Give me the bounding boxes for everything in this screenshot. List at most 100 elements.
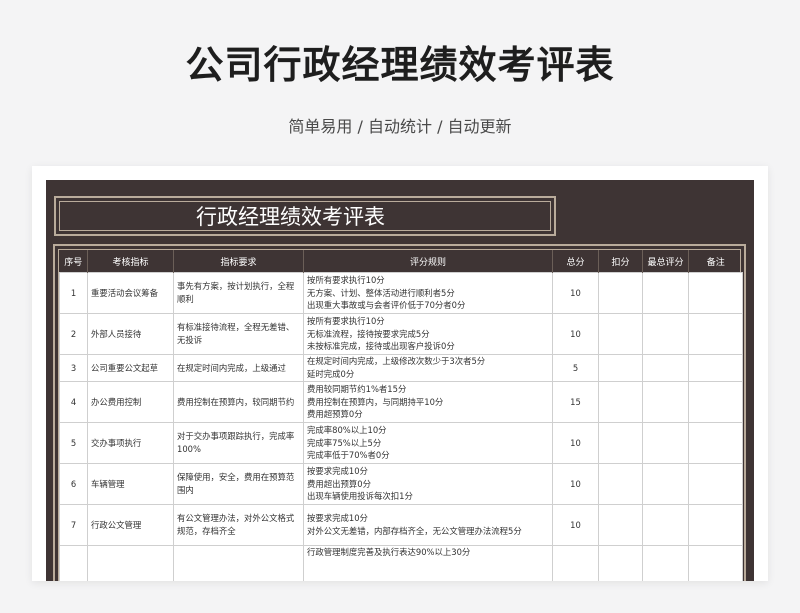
- cell-requirement: 费用控制在预算内，较同期节约: [173, 381, 304, 423]
- rule-line: 完成率75%以上5分: [307, 437, 382, 448]
- cell-deduction[interactable]: [598, 381, 643, 423]
- cell-notes[interactable]: [688, 422, 743, 464]
- cell-final[interactable]: [642, 545, 689, 581]
- header-cell-final: 最总评分: [642, 250, 689, 273]
- rule-line: 未按标准完成，接待或出现客户投诉0分: [307, 341, 455, 352]
- rule-line: 按要求完成10分: [307, 465, 368, 476]
- cell-final[interactable]: [642, 422, 689, 464]
- header-cell-notes: 备注: [688, 250, 743, 273]
- rule-line: 在规定时间内完成，上级修改次数少于3次者5分: [307, 356, 486, 367]
- cell-final[interactable]: [642, 463, 689, 505]
- cell-requirement: 对于交办事项跟踪执行，完成率100%: [173, 422, 304, 464]
- table-row: 7 行政公文管理 有公文管理办法，对外公文格式规范，存档齐全 按要求完成10分 …: [59, 504, 743, 546]
- rule-line: 按所有要求执行10分: [307, 274, 385, 285]
- cell-notes[interactable]: [688, 354, 743, 382]
- cell-requirement: 保障使用，安全，费用在预算范围内: [173, 463, 304, 505]
- cell-requirement: 事先有方案，按计划执行，全程顺利: [173, 272, 304, 314]
- rule-line: 无方案、计划、整体活动进行顺利者5分: [307, 287, 455, 298]
- cell-metric: [87, 545, 174, 581]
- cell-requirement: [173, 545, 304, 581]
- table-row-partial: 行政管理制度完善及执行表达90%以上30分: [59, 545, 743, 581]
- rule-line: 按所有要求执行10分: [307, 315, 385, 326]
- cell-no: 7: [59, 504, 88, 546]
- cell-no: 2: [59, 313, 88, 355]
- cell-deduction[interactable]: [598, 504, 643, 546]
- page-subtitle: 简单易用 / 自动统计 / 自动更新: [288, 117, 512, 136]
- cell-no: 5: [59, 422, 88, 464]
- rule-line: 按要求完成10分: [307, 513, 368, 524]
- cell-total: [552, 545, 599, 581]
- cell-requirement: 有公文管理办法，对外公文格式规范，存档齐全: [173, 504, 304, 546]
- rule-line: 费用超预算0分: [307, 409, 363, 420]
- cell-rules: 按要求完成10分 对外公文无差错，内部存档齐全，无公文管理办法流程5分: [303, 504, 553, 546]
- cell-rules: 在规定时间内完成，上级修改次数少于3次者5分 延时完成0分: [303, 354, 553, 382]
- rule-line: 行政管理制度完善及执行表达90%以上30分: [307, 547, 471, 557]
- cell-rules: 完成率80%以上10分 完成率75%以上5分 完成率低于70%者0分: [303, 422, 553, 464]
- cell-rules: 行政管理制度完善及执行表达90%以上30分: [303, 545, 553, 581]
- cell-final[interactable]: [642, 381, 689, 423]
- cell-notes[interactable]: [688, 272, 743, 314]
- cell-total: 10: [552, 504, 599, 546]
- cell-notes[interactable]: [688, 504, 743, 546]
- header-cell-deduction: 扣分: [598, 250, 643, 273]
- header-cell-rules: 评分规则: [303, 250, 553, 273]
- page-title: 公司行政经理绩效考评表: [185, 43, 615, 87]
- cell-notes[interactable]: [688, 313, 743, 355]
- cell-notes[interactable]: [688, 463, 743, 505]
- cell-no: 1: [59, 272, 88, 314]
- table-row: 2 外部人员接待 有标准接待流程，全程无差错、无投诉 按所有要求执行10分 无标…: [59, 313, 743, 355]
- table-row: 3 公司重要公文起草 在规定时间内完成，上级通过 在规定时间内完成，上级修改次数…: [59, 354, 743, 382]
- cell-deduction[interactable]: [598, 422, 643, 464]
- cell-deduction[interactable]: [598, 272, 643, 314]
- rule-line: 完成率80%以上10分: [307, 424, 387, 435]
- cell-total: 15: [552, 381, 599, 423]
- cell-final[interactable]: [642, 272, 689, 314]
- rule-line: 对外公文无差错，内部存档齐全，无公文管理办法流程5分: [307, 526, 522, 536]
- cell-requirement: 有标准接待流程，全程无差错、无投诉: [173, 313, 304, 355]
- cell-no: 6: [59, 463, 88, 505]
- cell-total: 10: [552, 422, 599, 464]
- header-cell-total: 总分: [552, 250, 599, 273]
- cell-metric: 重要活动会议筹备: [87, 272, 174, 314]
- cell-notes[interactable]: [688, 381, 743, 423]
- cell-metric: 行政公文管理: [87, 504, 174, 546]
- cell-total: 10: [552, 272, 599, 314]
- preview-card: 行政经理绩效考评表 序号 考核指标 指标要求 评分规则 总分 扣分 最总评分 备…: [32, 166, 768, 581]
- rule-line: 费用超出预算0分: [307, 478, 371, 489]
- cell-deduction[interactable]: [598, 313, 643, 355]
- sheet-title-frame: 行政经理绩效考评表: [54, 196, 556, 236]
- table-wrap: 序号 考核指标 指标要求 评分规则 总分 扣分 最总评分 备注 1 重要活动会议…: [58, 249, 743, 581]
- cell-metric: 办公费用控制: [87, 381, 174, 423]
- cell-rules: 按所有要求执行10分 无标准流程，接待按要求完成5分 未按标准完成，接待或出现客…: [303, 313, 553, 355]
- rule-line: 出现车辆使用投诉每次扣1分: [307, 491, 413, 502]
- cell-deduction[interactable]: [598, 354, 643, 382]
- rule-line: 出现重大事故或与会者评价低于70分者0分: [307, 300, 466, 311]
- rule-line: 费用较同期节约1%者15分: [307, 383, 407, 394]
- cell-metric: 车辆管理: [87, 463, 174, 505]
- cell-deduction[interactable]: [598, 463, 643, 505]
- table-row: 4 办公费用控制 费用控制在预算内，较同期节约 费用较同期节约1%者15分 费用…: [59, 381, 743, 423]
- rule-line: 延时完成0分: [307, 369, 355, 379]
- cell-final[interactable]: [642, 504, 689, 546]
- cell-total: 10: [552, 313, 599, 355]
- rule-line: 无标准流程，接待按要求完成5分: [307, 328, 430, 339]
- cell-final[interactable]: [642, 313, 689, 355]
- cell-total: 10: [552, 463, 599, 505]
- header-row: 序号 考核指标 指标要求 评分规则 总分 扣分 最总评分 备注: [60, 250, 743, 273]
- cell-notes[interactable]: [688, 545, 743, 581]
- header-cell-no: 序号: [64, 257, 83, 268]
- cell-no: 4: [59, 381, 88, 423]
- table-row: 5 交办事项执行 对于交办事项跟踪执行，完成率100% 完成率80%以上10分 …: [59, 422, 743, 464]
- table-row: 1 重要活动会议筹备 事先有方案，按计划执行，全程顺利 按所有要求执行10分 无…: [59, 272, 743, 314]
- cell-deduction[interactable]: [598, 545, 643, 581]
- rule-line: 完成率低于70%者0分: [307, 450, 390, 461]
- cell-rules: 按要求完成10分 费用超出预算0分 出现车辆使用投诉每次扣1分: [303, 463, 553, 505]
- table-frame: 序号 考核指标 指标要求 评分规则 总分 扣分 最总评分 备注 1 重要活动会议…: [53, 244, 746, 581]
- evaluation-table: 序号 考核指标 指标要求 评分规则 总分 扣分 最总评分 备注 1 重要活动会议…: [59, 250, 743, 581]
- cell-total: 5: [552, 354, 599, 382]
- cell-no: [59, 545, 88, 581]
- rule-line: 费用控制在预算内，与同期持平10分: [307, 396, 444, 407]
- cell-final[interactable]: [642, 354, 689, 382]
- table-row: 6 车辆管理 保障使用，安全，费用在预算范围内 按要求完成10分 费用超出预算0…: [59, 463, 743, 505]
- cell-no: 3: [59, 354, 88, 382]
